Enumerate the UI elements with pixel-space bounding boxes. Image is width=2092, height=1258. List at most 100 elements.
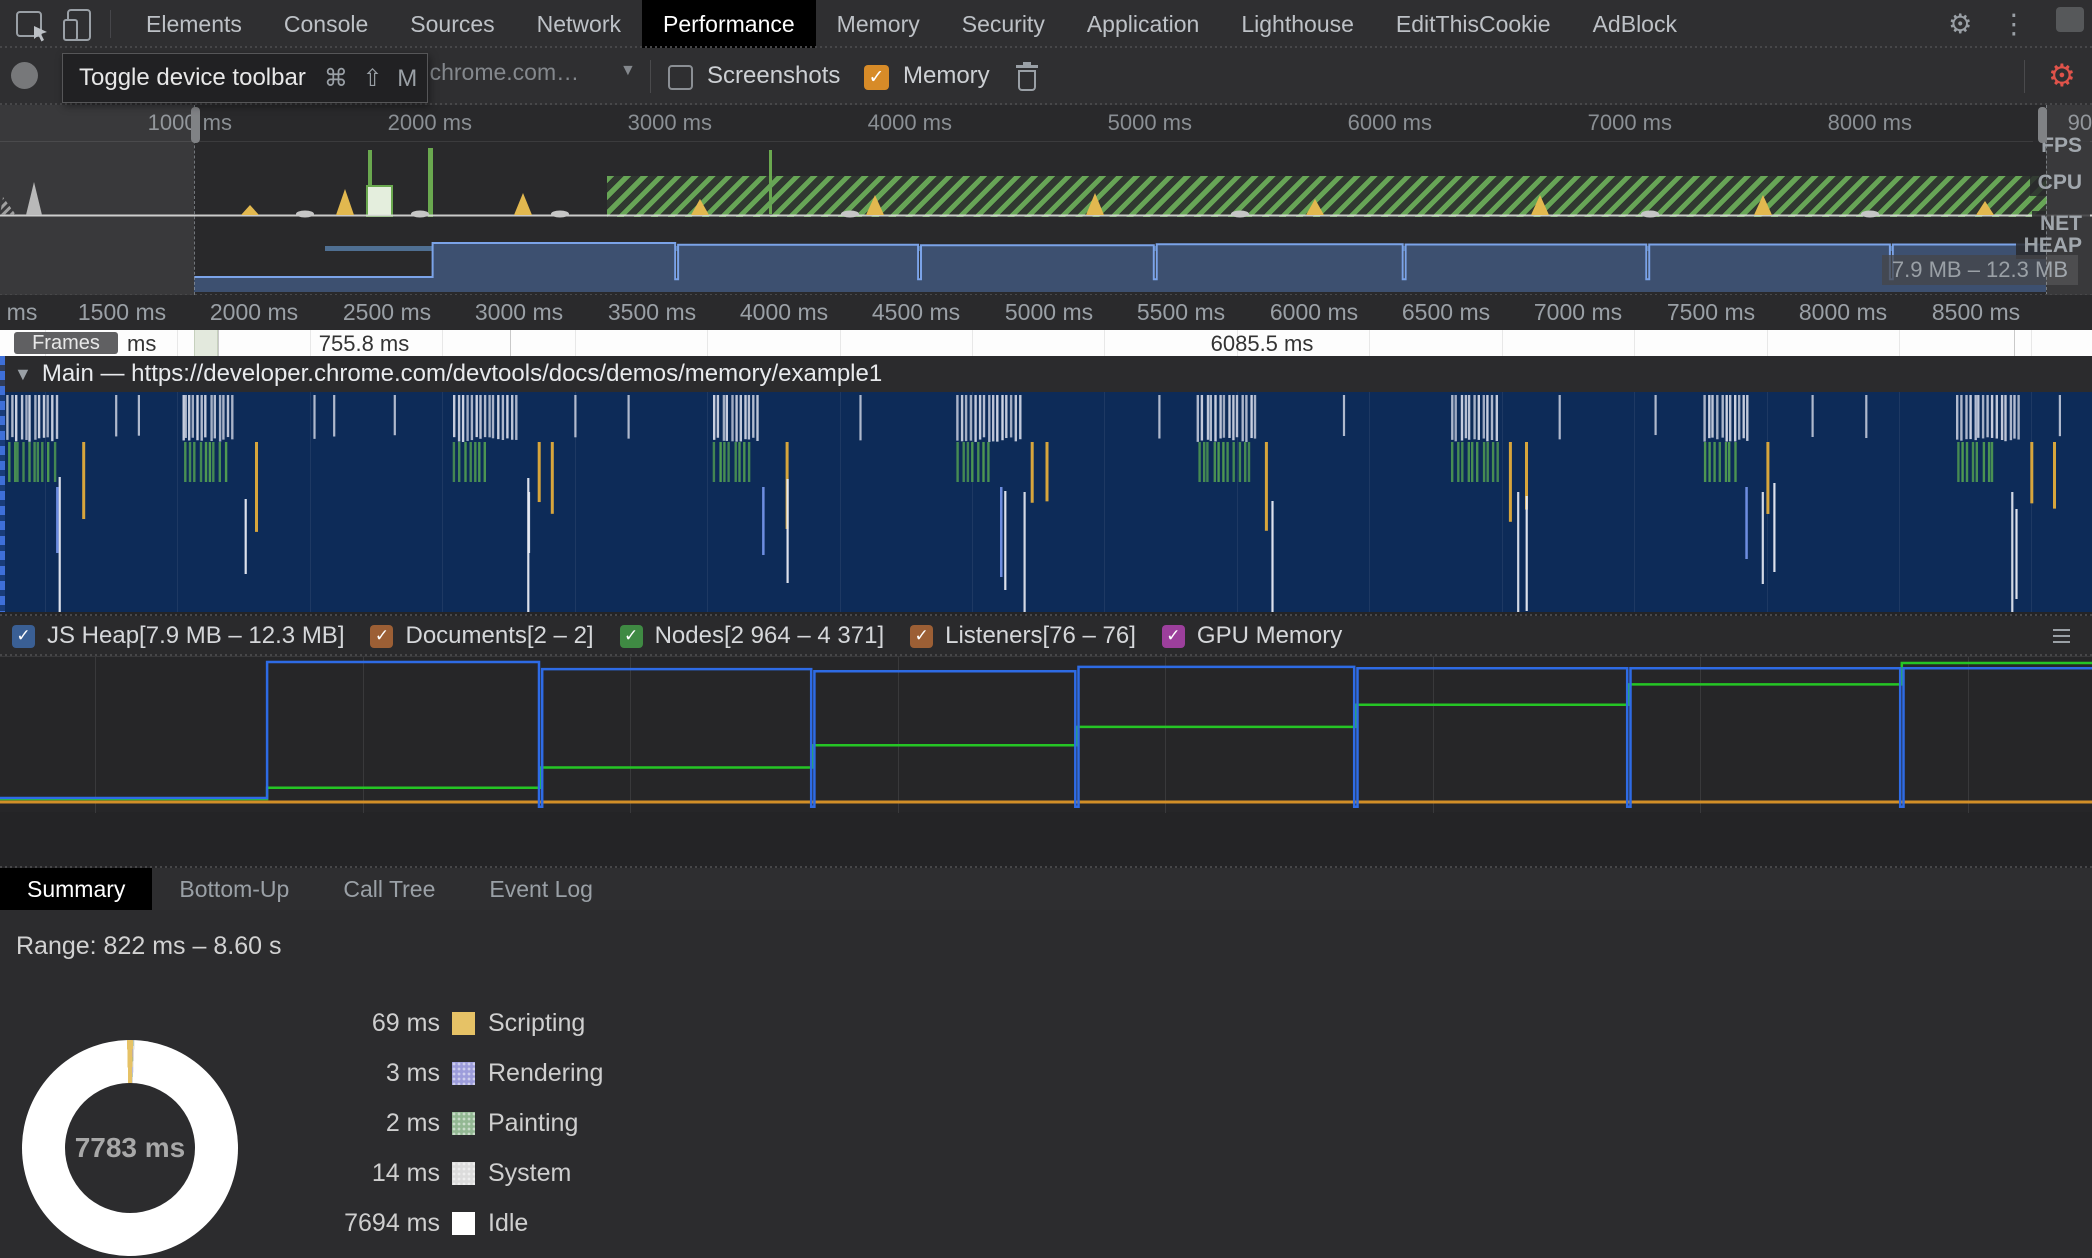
selection-edge-marker <box>0 356 5 612</box>
legend-swatch <box>452 1011 475 1035</box>
legend-value: 69 ms <box>371 1008 440 1037</box>
tooltip-label: Toggle device toolbar <box>79 64 306 91</box>
time-breakdown-donut: 7783 ms <box>22 1040 238 1256</box>
short-frame-block <box>194 330 218 356</box>
time-axis-label: 5500 ms <box>1136 299 1226 325</box>
selection-right-handle[interactable] <box>2038 107 2047 143</box>
legend-value: 3 ms <box>385 1058 440 1087</box>
hamburger-menu-icon[interactable] <box>2053 625 2070 647</box>
range-label: Range: 822 ms – 8.60 s <box>16 932 282 960</box>
toggle-device-toolbar-tooltip: Toggle device toolbar ⌘ ⇧ M <box>62 53 428 103</box>
more-options-kebab-icon[interactable]: ⋮ <box>1986 0 2041 48</box>
capture-settings-gear-icon[interactable]: ⚙ <box>2034 52 2090 100</box>
page-url-dropdown[interactable]: er.chrome.com… <box>404 59 654 86</box>
legend-label: Scripting <box>488 1008 586 1037</box>
settings-gear-icon[interactable]: ⚙ <box>1934 0 1986 48</box>
counter-label: GPU Memory <box>1196 622 1343 649</box>
counter-checkbox[interactable]: ✓ <box>1161 624 1185 648</box>
time-axis-label: 1500 ms <box>77 299 167 325</box>
time-axis-label: 8000 ms <box>1798 299 1888 325</box>
time-axis-label: 2000 ms <box>209 299 299 325</box>
memory-label[interactable]: Memory <box>903 62 990 90</box>
legend-label: Rendering <box>488 1058 604 1087</box>
legend-value: 14 ms <box>371 1158 440 1187</box>
timeline-overview[interactable]: 1000 ms 2000 ms 3000 ms 4000 ms 5000 ms 6000 … <box>0 105 2092 295</box>
clear-recordings-trash-icon[interactable] <box>1014 62 1040 92</box>
time-axis-label: 7500 ms <box>1666 299 1756 325</box>
counter-label: JS Heap[7.9 MB – 12.3 MB] <box>47 622 345 649</box>
screenshots-label[interactable]: Screenshots <box>707 62 840 90</box>
legend-row: 2 ms Painting <box>330 1098 603 1148</box>
legend-value: 7694 ms <box>344 1208 440 1237</box>
legend-value: 2 ms <box>385 1108 440 1137</box>
panel-tab[interactable]: EditThisCookie <box>1375 0 1572 48</box>
memory-counter-toggle[interactable]: ✓ Documents[2 – 2] <box>370 622 594 650</box>
main-track-title: Main — https://developer.chrome.com/devt… <box>41 360 883 387</box>
memory-counter-toggle[interactable]: ✓ GPU Memory <box>1161 622 1343 650</box>
heap-range-label: 7.9 MB – 12.3 MB <box>1881 255 2078 285</box>
legend-row: 3 ms Rendering <box>330 1048 604 1098</box>
toggle-device-toolbar-icon[interactable] <box>62 7 96 41</box>
legend-row: 14 ms System <box>330 1148 603 1198</box>
memory-checkbox[interactable]: ✓ <box>864 65 889 90</box>
legend-label: System <box>488 1158 572 1187</box>
panel-tab[interactable]: Memory <box>816 0 941 48</box>
panel-tab[interactable]: Application <box>1066 0 1221 48</box>
performance-toolbar: er.chrome.com… ▼ Toggle device toolbar ⌘… <box>0 48 2092 105</box>
panel-tab[interactable]: Network <box>516 0 642 48</box>
time-axis-label: 6000 ms <box>1269 299 1359 325</box>
selection-left-handle[interactable] <box>191 107 200 143</box>
panel-tab[interactable]: Sources <box>389 0 515 48</box>
main-track-header[interactable]: ▼ Main — https://developer.chrome.com/de… <box>0 356 2092 392</box>
time-breakdown-legend: 69 ms Scripting 3 ms Rendering 2 ms Painting 1… <box>330 998 603 1248</box>
panel-tab[interactable]: Elements <box>125 0 263 48</box>
legend-swatch <box>452 1211 475 1235</box>
time-axis-label: 2500 ms <box>342 299 432 325</box>
toolbar-separator <box>2024 60 2025 93</box>
time-axis-label: 3000 ms <box>474 299 564 325</box>
collapse-caret-icon[interactable]: ▼ <box>14 364 32 385</box>
record-button[interactable] <box>11 62 38 89</box>
chevron-down-icon[interactable]: ▼ <box>620 62 636 80</box>
memory-counter-toggle[interactable]: ✓ Listeners[76 – 76] <box>910 622 1136 650</box>
detail-time-axis: ms 1500 ms 2000 ms 2500 ms 3000 ms 3500 ms 400… <box>0 295 2092 330</box>
toolbar-separator <box>650 60 651 93</box>
panel-tab[interactable]: AdBlock <box>1572 0 1698 48</box>
scroll-corner <box>2056 7 2084 32</box>
legend-swatch <box>452 1161 475 1185</box>
legend-row: 69 ms Scripting <box>330 998 603 1048</box>
inspect-element-icon[interactable] <box>14 7 48 42</box>
panel-tab[interactable]: Performance <box>642 0 816 48</box>
details-tabbar: Summary Bottom-Up Call Tree Event Log <box>0 868 2092 910</box>
details-tab[interactable]: Bottom-Up <box>152 868 316 910</box>
counter-checkbox[interactable]: ✓ <box>619 624 643 648</box>
frames-track[interactable]: Frames ms 755.8 ms 6085.5 ms <box>0 330 2092 356</box>
counter-checkbox[interactable]: ✓ <box>12 624 35 648</box>
memory-counter-toggle[interactable]: ✓ JS Heap[7.9 MB – 12.3 MB] <box>12 622 344 650</box>
legend-label: Idle <box>488 1208 529 1237</box>
time-axis-label: 3500 ms <box>607 299 697 325</box>
panel-tab[interactable]: Console <box>263 0 389 48</box>
flame-chart-canvas[interactable] <box>0 392 2092 612</box>
details-tab[interactable]: Call Tree <box>316 868 462 910</box>
panel-tab[interactable]: Security <box>941 0 1066 48</box>
tooltip-shortcut: ⌘ ⇧ M <box>323 64 422 92</box>
memory-counter-chart[interactable] <box>0 656 2092 813</box>
frames-unit-label: ms <box>127 331 157 356</box>
details-tab[interactable]: Summary <box>0 868 153 910</box>
counter-checkbox[interactable]: ✓ <box>370 624 394 648</box>
counter-checkbox[interactable]: ✓ <box>910 624 934 648</box>
flame-activity <box>6 392 2061 612</box>
details-tab[interactable]: Event Log <box>462 868 620 910</box>
memory-counter-toggle[interactable]: ✓ Nodes[2 964 – 4 371] <box>619 622 885 650</box>
counter-label: Listeners[76 – 76] <box>945 622 1136 649</box>
legend-row: 7694 ms Idle <box>330 1198 603 1248</box>
frame-duration-label: 6085.5 ms <box>1210 331 1314 356</box>
panel-tabs: Elements Console Sources Network Performance… <box>125 0 1698 48</box>
devtools-tabbar: Elements Console Sources Network Performance… <box>0 0 2092 48</box>
panel-tab[interactable]: Lighthouse <box>1220 0 1375 48</box>
legend-swatch <box>452 1061 475 1085</box>
counter-label: Nodes[2 964 – 4 371] <box>654 622 885 649</box>
frame-duration-label: 755.8 ms <box>318 331 410 356</box>
screenshots-checkbox[interactable] <box>668 65 693 90</box>
